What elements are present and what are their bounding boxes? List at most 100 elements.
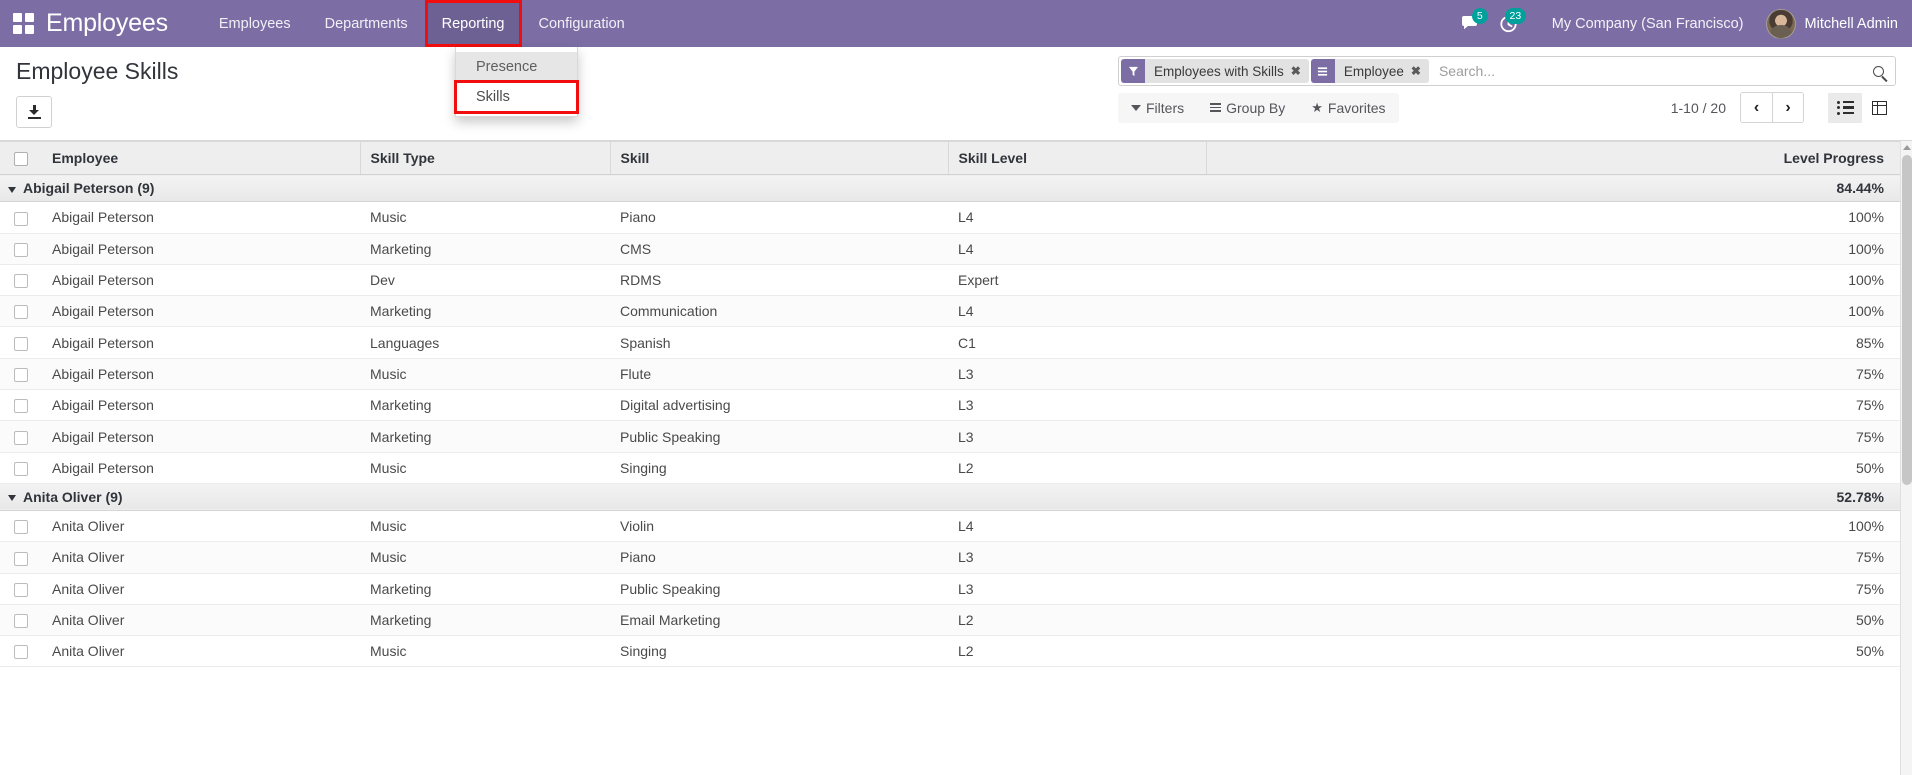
row-checkbox[interactable] [14, 551, 28, 566]
facet-remove-groupby[interactable]: ✖ [1411, 64, 1421, 78]
dropdown-item-skills[interactable]: Skills [454, 80, 579, 114]
row-select-cell[interactable] [0, 295, 42, 328]
menu-item-configuration[interactable]: Configuration [522, 0, 642, 47]
company-switcher[interactable]: My Company (San Francisco) [1528, 16, 1760, 32]
row-select-cell[interactable] [0, 452, 42, 484]
row-checkbox[interactable] [14, 399, 28, 414]
group-label[interactable]: Abigail Peterson (9) [0, 174, 1206, 203]
cell-skill: Violin [610, 510, 948, 543]
group-row[interactable]: Anita Oliver (9) 52.78% [0, 482, 1900, 511]
groupby-dropdown-button[interactable]: Group By [1197, 93, 1298, 123]
table-row[interactable]: Anita Oliver Marketing Public Speaking L3 75… [0, 573, 1900, 605]
search-facet-employee-groupby[interactable]: Employee ✖ [1310, 59, 1429, 83]
user-menu[interactable]: Mitchell Admin [1760, 8, 1898, 39]
row-checkbox[interactable] [14, 274, 28, 289]
column-header-level-progress[interactable]: Level Progress [1205, 141, 1900, 176]
table-row[interactable]: Abigail Peterson Music Singing L2 50% [0, 452, 1900, 484]
menu-item-departments[interactable]: Departments [308, 0, 425, 47]
favorites-dropdown-button[interactable]: ★ Favorites [1298, 93, 1398, 123]
pager-previous-button[interactable]: ‹ [1741, 93, 1772, 122]
column-header-employee[interactable]: Employee [42, 141, 360, 176]
cell-skill: Piano [610, 541, 948, 574]
view-button-pivot[interactable] [1862, 92, 1896, 123]
apps-menu-button[interactable] [0, 0, 46, 47]
row-select-cell[interactable] [0, 420, 42, 453]
dropdown-item-presence[interactable]: Presence [456, 52, 577, 82]
row-checkbox[interactable] [14, 582, 28, 597]
row-select-cell[interactable] [0, 264, 42, 297]
table-row[interactable]: Anita Oliver Music Violin L4 100% [0, 510, 1900, 543]
row-checkbox[interactable] [14, 461, 28, 476]
row-checkbox[interactable] [14, 305, 28, 320]
table-row[interactable]: Anita Oliver Marketing Email Marketing L2 50… [0, 604, 1900, 637]
table-row[interactable]: Abigail Peterson Music Piano L4 100% [0, 201, 1900, 234]
row-select-cell[interactable] [0, 510, 42, 543]
row-select-cell[interactable] [0, 635, 42, 668]
cell-level-progress: 50% [1206, 604, 1900, 637]
filters-dropdown-button[interactable]: Filters [1118, 93, 1197, 123]
row-checkbox[interactable] [14, 368, 28, 383]
menu-item-employees[interactable]: Employees [202, 0, 308, 47]
scrollbar-thumb[interactable] [1902, 155, 1912, 485]
cell-skill-level: L3 [948, 541, 1206, 574]
group-progress: 84.44% [1206, 174, 1900, 203]
vertical-scrollbar[interactable] [1900, 141, 1912, 775]
scroll-up-arrow[interactable] [1901, 141, 1912, 153]
table-row[interactable]: Anita Oliver Music Singing L2 50% [0, 635, 1900, 668]
row-checkbox[interactable] [14, 520, 28, 535]
row-select-cell[interactable] [0, 389, 42, 422]
star-icon: ★ [1311, 100, 1323, 115]
column-header-skill-level[interactable]: Skill Level [947, 141, 1206, 176]
table-row[interactable]: Abigail Peterson Marketing Communication L4… [0, 295, 1900, 328]
row-select-cell[interactable] [0, 233, 42, 265]
table-row[interactable]: Abigail Peterson Music Flute L3 75% [0, 358, 1900, 391]
cell-level-progress: 100% [1206, 295, 1900, 328]
row-select-cell[interactable] [0, 201, 42, 234]
activities-button[interactable]: 23 [1490, 0, 1528, 47]
table-row[interactable]: Abigail Peterson Marketing CMS L4 100% [0, 233, 1900, 265]
cell-employee: Anita Oliver [42, 604, 360, 637]
column-header-skill-type[interactable]: Skill Type [359, 141, 610, 176]
group-label[interactable]: Anita Oliver (9) [0, 482, 1206, 511]
app-brand[interactable]: Employees [46, 0, 202, 47]
table-row[interactable]: Abigail Peterson Marketing Public Speaking… [0, 420, 1900, 453]
activities-count-badge: 23 [1505, 8, 1526, 24]
row-checkbox[interactable] [14, 430, 28, 445]
row-checkbox[interactable] [14, 211, 28, 226]
row-checkbox[interactable] [14, 242, 28, 257]
cell-skill-type: Marketing [360, 573, 610, 605]
group-name-text: Abigail Peterson (9) [23, 180, 155, 197]
user-name: Mitchell Admin [1804, 15, 1898, 32]
menu-item-reporting[interactable]: Reporting [424, 0, 522, 47]
row-select-cell[interactable] [0, 358, 42, 391]
row-select-cell[interactable] [0, 326, 42, 359]
column-header-skill[interactable]: Skill [609, 141, 948, 176]
select-all-header [0, 141, 42, 176]
pager-count: 1-10 / 20 [1670, 99, 1726, 116]
row-checkbox[interactable] [14, 614, 28, 629]
cell-employee: Abigail Peterson [42, 326, 360, 359]
select-all-checkbox[interactable] [14, 152, 28, 167]
row-select-cell[interactable] [0, 573, 42, 605]
table-row[interactable]: Abigail Peterson Marketing Digital adverti… [0, 389, 1900, 422]
funnel-icon [1131, 104, 1141, 111]
row-checkbox[interactable] [14, 645, 28, 660]
search-facet-employees-with-skills[interactable]: Employees with Skills ✖ [1121, 59, 1309, 83]
messages-button[interactable]: 5 [1452, 0, 1490, 47]
view-button-list[interactable] [1828, 92, 1862, 123]
row-checkbox[interactable] [14, 336, 28, 351]
group-row[interactable]: Abigail Peterson (9) 84.44% [0, 174, 1900, 203]
search-button[interactable] [1861, 57, 1895, 85]
table-row[interactable]: Abigail Peterson Languages Spanish C1 85% [0, 326, 1900, 359]
download-button[interactable] [16, 96, 52, 129]
cell-skill-level: L2 [948, 452, 1206, 484]
search-input[interactable] [1428, 57, 1861, 85]
cell-employee: Abigail Peterson [42, 452, 360, 484]
cell-level-progress: 75% [1206, 541, 1900, 574]
table-row[interactable]: Anita Oliver Music Piano L3 75% [0, 541, 1900, 574]
table-row[interactable]: Abigail Peterson Dev RDMS Expert 100% [0, 264, 1900, 297]
row-select-cell[interactable] [0, 604, 42, 637]
facet-remove-filter[interactable]: ✖ [1291, 64, 1301, 78]
row-select-cell[interactable] [0, 541, 42, 574]
pager-next-button[interactable]: › [1772, 93, 1803, 122]
